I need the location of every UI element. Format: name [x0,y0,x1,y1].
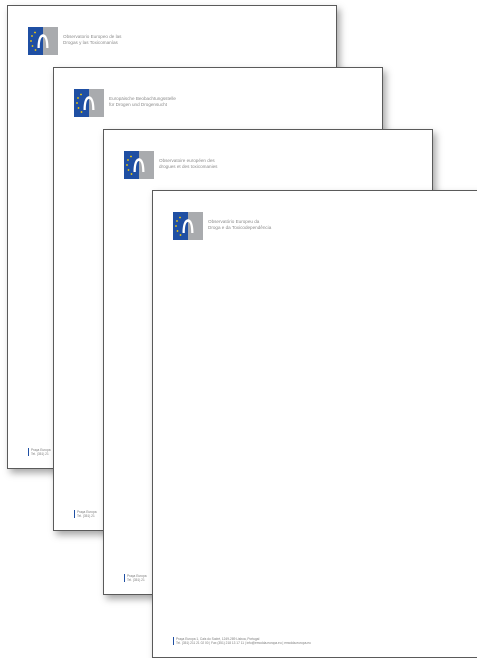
address-footer: Praça Europa Tel. (351) 21 [74,509,97,518]
organization-name: Observatório Europeu da Droga e da Toxic… [208,219,271,230]
organization-name-line1: Observatorio Europeo de las [63,34,122,39]
organization-name-line1: Observatoire européen des [159,158,215,163]
organization-name-line1: Europäische Beobachtungsstelle [109,96,176,101]
organization-name-line2: drogues et des toxicomanies [159,163,218,169]
organization-name: Europäische Beobachtungsstelle für Droge… [109,96,176,107]
emcdda-logo-icon [124,151,154,179]
footer-contact-line: Tel. (351) 21 [77,513,95,518]
footer-contact-line: Tel. (351) 211 21 02 00 | Fax (351) 218 … [176,640,311,645]
emcdda-logo-icon [28,27,58,55]
letterhead-sheet-portuguese: Observatório Europeu da Droga e da Toxic… [152,190,477,658]
organization-name-line2: Droga e da Toxicodependência [208,224,272,230]
organization-name-line2: Drogas y las Toxicomanías [63,39,118,45]
organization-name: Observatorio Europeo de las Drogas y las… [63,34,121,45]
address-footer: Praça Europa Tel. (351) 21 [124,573,147,582]
footer-contact-line: Tel. (351) 21 [31,451,49,456]
emcdda-logo-icon [173,212,203,240]
emcdda-logo-icon [74,89,104,117]
address-footer: Praça Europa Tel. (351) 21 [28,447,51,456]
organization-name: Observatoire européen des drogues et des… [159,158,217,169]
organization-name-line2: für Drogen und Drogensucht [109,101,167,107]
address-footer: Praça Europa 1, Cais do Sodré, 1249-289 … [173,636,311,645]
footer-contact-line: Tel. (351) 21 [127,577,145,582]
